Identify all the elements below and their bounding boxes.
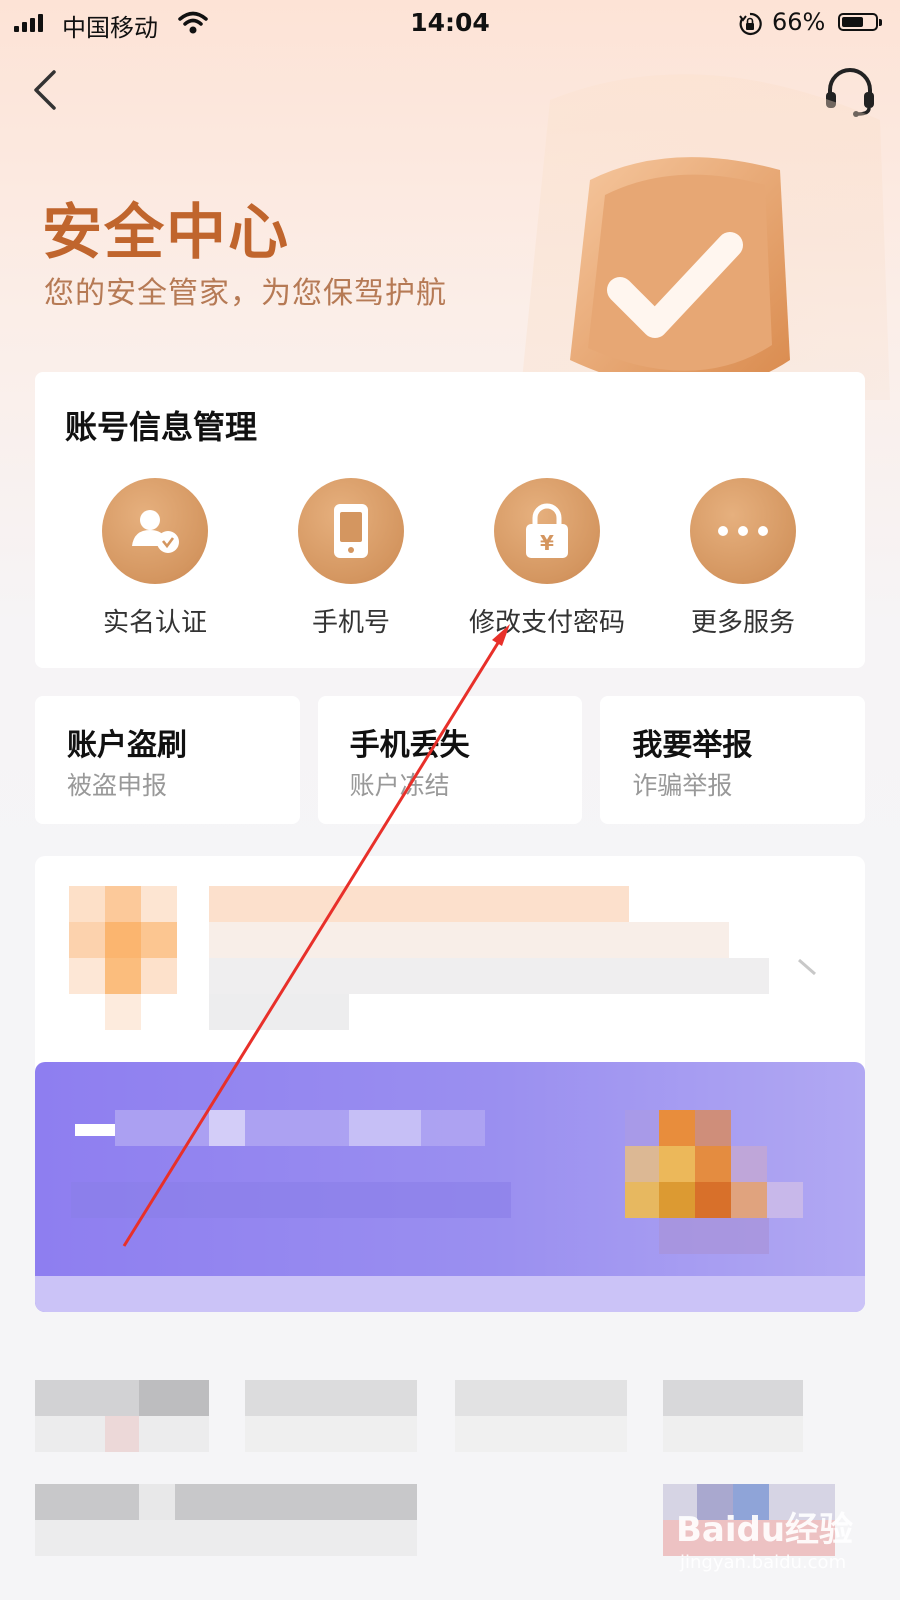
quick-subtitle: 账户冻结 — [349, 771, 450, 800]
service-label: 实名认证 — [102, 608, 207, 638]
quick-subtitle: 被盗申报 — [67, 771, 168, 800]
service-label: 更多服务 — [690, 608, 795, 638]
quick-title: 账户盗刷 — [67, 728, 187, 763]
clock: 14:04 — [410, 8, 490, 37]
battery-icon — [838, 13, 882, 31]
account-info-card: 账号信息管理 实名认证 手机号 ¥ 修改支付密码 更多服务 — [35, 372, 865, 668]
service-phone[interactable]: 手机号 — [253, 478, 449, 639]
status-bar: 中国移动 14:04 66% — [0, 0, 900, 48]
service-label: 修改支付密码 — [468, 608, 625, 638]
obscured-card[interactable] — [35, 856, 865, 1096]
quick-title: 手机丢失 — [349, 728, 470, 763]
more-dots-icon — [690, 478, 796, 584]
user-verified-icon — [102, 478, 208, 584]
service-change-pay-password[interactable]: ¥ 修改支付密码 — [449, 478, 645, 639]
quick-account-theft[interactable]: 账户盗刷 被盗申报 — [35, 696, 300, 824]
battery-percent: 66% — [772, 8, 826, 36]
quick-report[interactable]: 我要举报 诈骗举报 — [600, 696, 866, 824]
watermark-url: jingyan.baidu.com — [680, 1552, 847, 1573]
promo-banner[interactable] — [35, 1062, 865, 1312]
shield-check-icon — [520, 74, 890, 401]
phone-icon — [298, 478, 404, 584]
card-title: 账号信息管理 — [65, 408, 258, 446]
watermark: Baidu经验 jingyan.baidu.com — [676, 1502, 876, 1582]
service-real-name[interactable]: 实名认证 — [57, 478, 253, 639]
chevron-left-icon[interactable] — [26, 66, 70, 114]
service-label: 手机号 — [311, 608, 390, 638]
page-subtitle: 您的安全管家，为您保驾护航 — [44, 276, 447, 311]
rotation-lock-icon — [739, 12, 762, 36]
quick-action-row: 账户盗刷 被盗申报 手机丢失 账户冻结 我要举报 诈骗举报 — [35, 696, 866, 824]
watermark-logo: Baidu经验 — [676, 1510, 854, 1550]
lock-yuan-icon: ¥ — [494, 478, 600, 584]
svg-text:¥: ¥ — [540, 531, 554, 555]
quick-title: 我要举报 — [632, 728, 753, 763]
quick-phone-lost[interactable]: 手机丢失 账户冻结 — [317, 696, 583, 824]
service-list: 实名认证 手机号 ¥ 修改支付密码 更多服务 — [35, 478, 865, 639]
quick-subtitle: 诈骗举报 — [632, 771, 733, 800]
service-more[interactable]: 更多服务 — [645, 478, 841, 639]
chevron-right-icon — [798, 958, 816, 976]
page-title: 安全中心 — [42, 198, 290, 268]
